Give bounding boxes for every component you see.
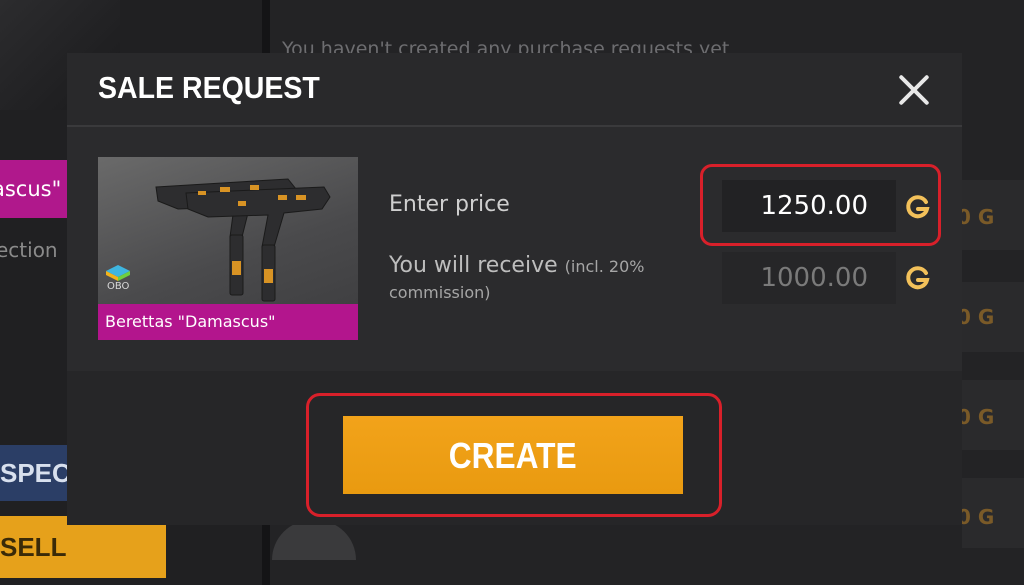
price-label: Enter price — [389, 192, 510, 217]
background-price-currency: 0 G — [957, 205, 995, 229]
price-highlight — [700, 164, 941, 246]
dialog-title: SALE REQUEST — [98, 70, 320, 105]
gold-currency-icon — [906, 266, 930, 290]
create-button[interactable]: CREATE — [343, 416, 683, 494]
item-name: Berettas "Damascus" — [98, 304, 358, 340]
rarity-icon — [106, 265, 130, 281]
close-icon[interactable] — [896, 72, 932, 108]
dialog-header: SALE REQUEST — [67, 53, 962, 127]
background-collection-label: ection — [0, 238, 58, 262]
sell-button[interactable]: SELL — [0, 516, 166, 578]
receive-label: You will receive (incl. 20% — [389, 253, 645, 278]
receive-note: (incl. 20% — [564, 257, 645, 276]
item-card: OBO Berettas "Damascus" — [98, 157, 358, 340]
background-price-currency: 0 G — [957, 405, 995, 429]
inspect-button[interactable]: SPECT — [0, 445, 68, 501]
rarity-code: OBO — [107, 281, 130, 292]
background-price-currency: 0 G — [957, 505, 995, 529]
background-item-tag: ascus" — [0, 160, 76, 218]
receive-amount: 1000.00 — [722, 252, 896, 304]
receive-note-commission: commission) — [389, 283, 491, 302]
background-price-currency: 0 G — [957, 305, 995, 329]
weapon-image — [155, 178, 331, 302]
create-button-label: CREATE — [449, 435, 577, 476]
sale-request-dialog: SALE REQUEST OBO Berettas "Damascus" Ent… — [67, 53, 962, 525]
